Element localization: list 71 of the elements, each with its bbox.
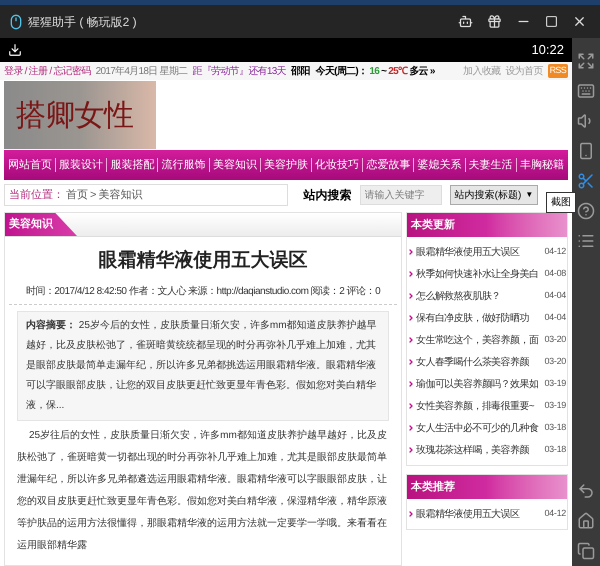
breadcrumb-link[interactable]: 美容知识	[98, 186, 142, 204]
app-mouse-icon	[8, 14, 24, 30]
breadcrumb-separator: >	[90, 188, 96, 203]
nav-item[interactable]: 美容知识	[212, 156, 257, 174]
article-link[interactable]: 玫瑰花茶这样喝，美容养颜	[416, 442, 529, 458]
article-link[interactable]: 女人春季喝什么茶美容养颜	[416, 354, 529, 370]
search-type-select[interactable]: 站内搜索(标题) ▼	[450, 185, 538, 205]
nav-item[interactable]: 流行服饰	[162, 156, 206, 174]
nav-item[interactable]: 美容护肤	[264, 156, 308, 174]
link-separator: /	[49, 64, 52, 78]
article-date: 04-04	[544, 311, 567, 324]
article-link[interactable]: 怎么解救熬夜肌肤？	[416, 288, 501, 304]
link-separator: /	[24, 64, 27, 78]
nav-item[interactable]: 丰胸秘籍	[520, 156, 564, 174]
nav-item[interactable]: 网站首页	[8, 156, 52, 174]
article-body: 25岁往后的女性，皮肤质量日渐欠安，许多mm都知道皮肤养护越早越好，比及皮肤松弛了，雀斑暗黄一切都出现的时分再弥补几乎难上加难，尤其是眼部皮肤最简单泄漏年纪，所以许多兄弟都遴选运用眼霜精华液。眼霜精华液可以字眼眼部皮肤，让您的双目皮肤更赶忙致更显年青色彩。假如您对美白精华液，保湿精华液，精华原液等护肤品的运用方法很懂得，那眼霜精华液的运用方法就一定要学一学哦。来看看在运用眼部精华露	[16, 428, 388, 552]
close-icon[interactable]	[572, 14, 587, 29]
weather-day: 今天(周二)：	[316, 64, 368, 78]
article-date: 03-18	[544, 421, 567, 434]
search-label: 站内搜索	[304, 187, 352, 204]
holiday-countdown: 距『劳动节』还有13天	[192, 64, 286, 78]
maximize-icon[interactable]	[545, 15, 558, 28]
article-date: 04-04	[544, 289, 567, 302]
gift-icon[interactable]	[487, 14, 502, 29]
date-text: 2017年4月18日 星期二	[96, 64, 188, 78]
article-meta: 时间：2017/4/12 8:42:50 作者：文人心 来源：http://daqianstudio.com 阅读：2 评论：0	[9, 284, 397, 304]
article-link[interactable]: 女人生活中必不可少的几种食	[416, 420, 538, 436]
account-link[interactable]: 忘记密码	[53, 64, 91, 78]
breadcrumb-label: 当前位置：	[9, 188, 64, 203]
nav-item[interactable]: 化妆技巧	[315, 156, 360, 174]
nav-item[interactable]: 服装搭配	[110, 156, 154, 174]
breadcrumb-link[interactable]: 首页	[66, 186, 88, 204]
article-date: 03-19	[544, 399, 567, 412]
clock: 10:22	[531, 41, 564, 60]
tooltip: 截图	[546, 192, 576, 213]
sidebar-panel-title: 本类推荐	[411, 480, 455, 495]
article-link[interactable]: 秋季如何快速补水让全身美白	[416, 266, 538, 282]
robot-icon[interactable]	[458, 14, 473, 29]
weather-low: 16	[369, 64, 380, 78]
article-date: 04-12	[544, 507, 567, 520]
article-link[interactable]: 女生常吃这个，美容养颜，面	[416, 332, 538, 348]
weather-high: 25℃	[388, 64, 408, 78]
article-date: 03-20	[544, 333, 567, 346]
article-date: 03-19	[544, 377, 567, 390]
weather-condition: 多云	[409, 64, 428, 78]
summary-text: 内容摘要： 25岁今后的女性，皮肤质量日渐欠安，许多mm都知道皮肤养护越早越好，比及皮肤松弛了，雀斑暗黄统统都呈现的时分再弥补几乎难上加难，尤其是眼部皮肤最简单走漏年纪，所以许多兄弟都挑选运用眼霜精华液。眼霜精华液可以字眼眼部皮肤，让您的双目皮肤更赶忙致更显年青色彩。假如您对美白精华液，保...	[26, 318, 378, 412]
article-link[interactable]: 女性美容养颜，排毒很重要~	[416, 398, 534, 414]
article-date: 04-12	[544, 245, 567, 258]
article-date: 04-08	[544, 267, 567, 280]
weather-tilde: ~	[381, 64, 386, 78]
article-date: 03-18	[544, 443, 567, 456]
article-link[interactable]: 眼霜精华液使用五大误区	[416, 244, 520, 260]
weather-city: 邵阳	[290, 64, 310, 78]
article-title: 眼霜精华液使用五大误区	[98, 248, 308, 273]
nav-item[interactable]: 婆媳关系	[418, 156, 462, 174]
article-link[interactable]: 眼霜精华液使用五大误区	[416, 506, 520, 522]
weather-more-link[interactable]: »	[430, 64, 435, 78]
sidebar-panel-title: 本类更新	[411, 218, 455, 233]
account-link[interactable]: 注册	[28, 64, 48, 78]
search-field[interactable]: 请输入关键字	[360, 185, 442, 205]
nav-item[interactable]: 夫妻生活	[468, 156, 513, 174]
article-link[interactable]: 瑜伽可以美容养颜吗？效果如	[416, 376, 538, 392]
download-icon	[8, 43, 22, 57]
nav-item[interactable]: 服装设计	[59, 156, 104, 174]
logo-banner[interactable]: 搭卿女性	[4, 81, 156, 149]
article-date: 03-20	[544, 355, 567, 368]
select-caret: ▼	[525, 189, 534, 201]
nav-item[interactable]: 恋爱故事	[366, 156, 410, 174]
account-link[interactable]: 登录	[4, 64, 23, 78]
window-title: 猩猩助手 ( 畅玩版2 )	[28, 14, 137, 30]
article-link[interactable]: 保有白净皮肤，做好防晒功	[416, 310, 529, 326]
